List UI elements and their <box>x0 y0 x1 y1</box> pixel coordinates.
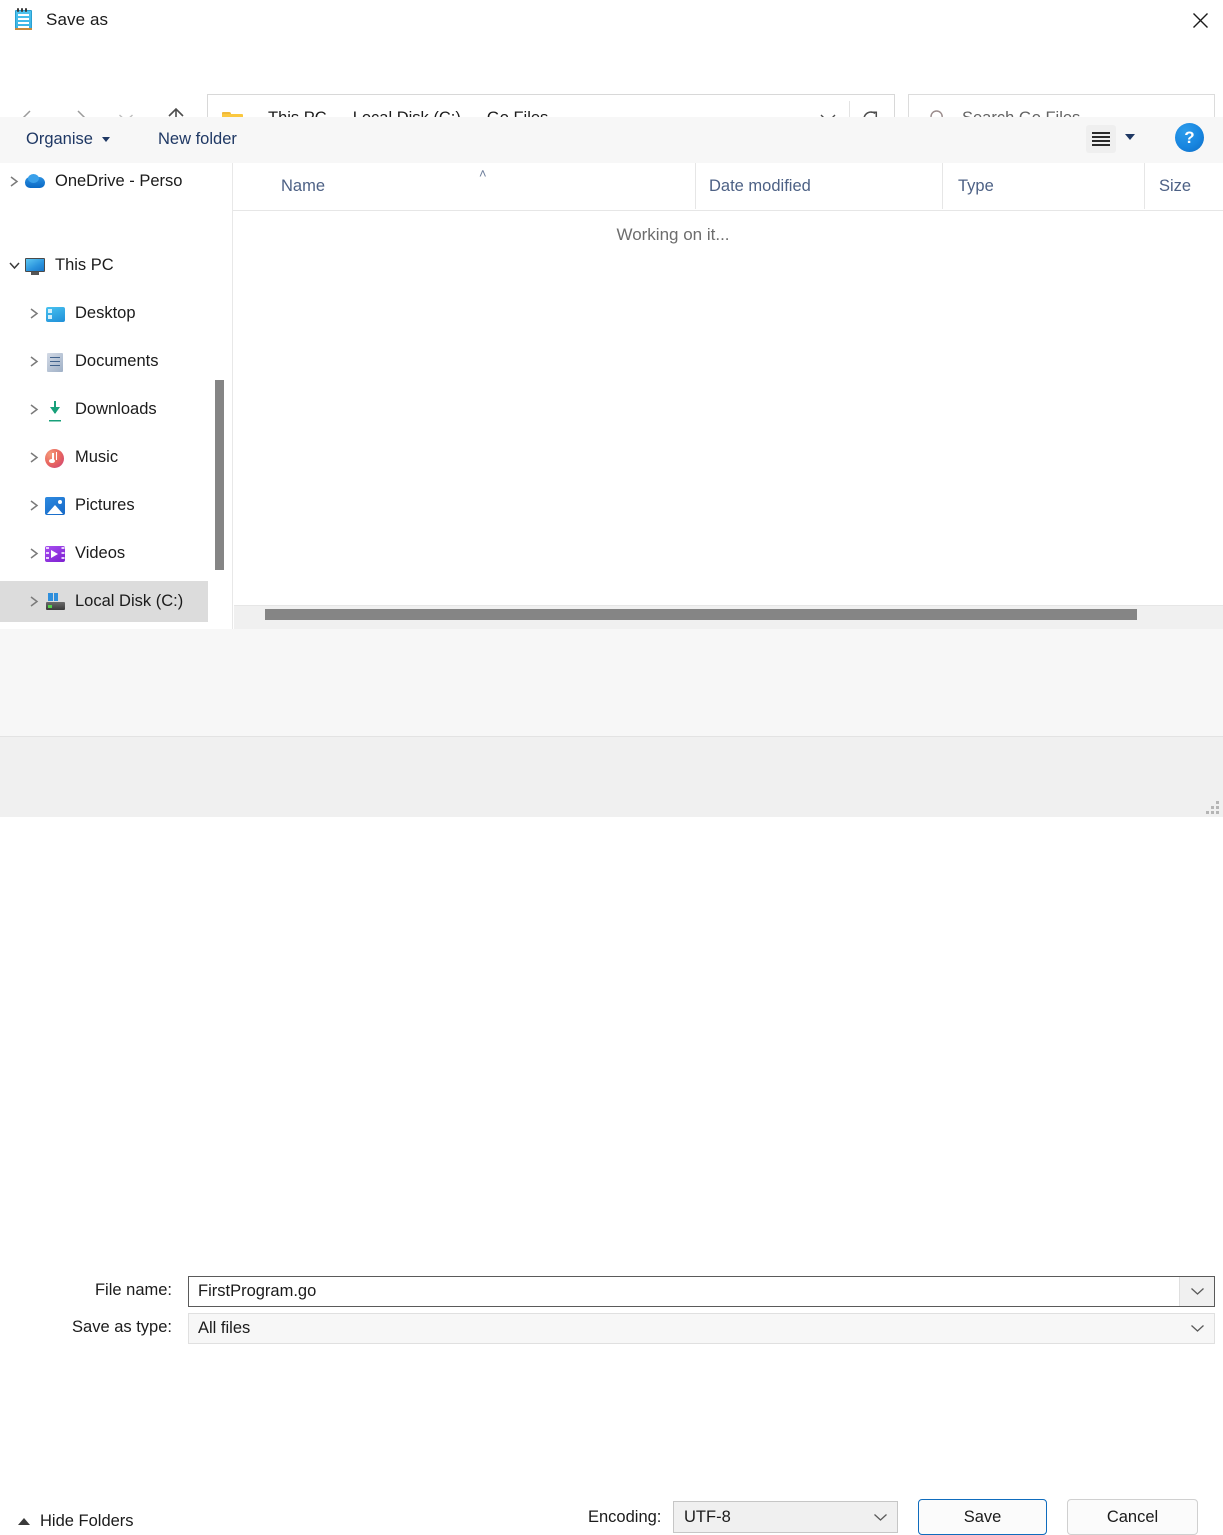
list-view-icon <box>1092 129 1110 148</box>
view-dropdown-button[interactable] <box>1125 134 1135 140</box>
notepad-icon <box>14 8 34 31</box>
pictures-icon <box>44 495 66 517</box>
expand-chevron-right-icon[interactable] <box>24 533 44 574</box>
cancel-button[interactable]: Cancel <box>1067 1499 1198 1535</box>
chevron-down-icon <box>101 137 110 142</box>
column-header-row: Name ˄ Date modified Type Size <box>233 163 1223 211</box>
command-bar: Organise New folder <box>0 117 1223 164</box>
sidebar-item-pictures[interactable]: Pictures <box>0 485 208 526</box>
hide-folders-button[interactable]: Hide Folders <box>18 1507 134 1535</box>
dialog-footer: Hide Folders Encoding: UTF-8 Save Cancel <box>0 736 1223 1535</box>
save-form: File name: FirstProgram.go Save as type:… <box>0 629 1223 1344</box>
sidebar-item-this-pc[interactable]: This PC <box>0 245 208 286</box>
sidebar-item-label: Desktop <box>75 304 136 322</box>
save-as-type-label: Save as type: <box>72 1318 172 1336</box>
save-as-type-select[interactable]: All files <box>188 1313 1215 1344</box>
organise-label: Organise <box>26 130 93 148</box>
expand-chevron-right-icon[interactable] <box>24 485 44 526</box>
sidebar-item-videos[interactable]: Videos <box>0 533 208 574</box>
sidebar-item-label: OneDrive - Perso <box>55 172 183 190</box>
expand-chevron-right-icon[interactable] <box>24 341 44 382</box>
sidebar-item-documents[interactable]: Documents <box>0 341 208 382</box>
file-list-status-message: Working on it... <box>233 225 1223 245</box>
sidebar-item-music[interactable]: Music <box>0 437 208 478</box>
save-button[interactable]: Save <box>918 1499 1047 1535</box>
onedrive-icon <box>24 171 46 193</box>
sidebar-item-label: Local Disk (C:) <box>75 592 184 610</box>
chevron-down-icon <box>873 1513 887 1521</box>
this-pc-icon <box>24 255 46 277</box>
chevron-up-icon <box>18 1517 30 1525</box>
hide-folders-label: Hide Folders <box>40 1511 134 1530</box>
column-label: Name <box>281 176 326 195</box>
chevron-down-icon <box>1190 1288 1204 1295</box>
desktop-icon <box>44 303 66 325</box>
file-name-label: File name: <box>94 1281 172 1299</box>
sidebar-item-label: Documents <box>75 352 159 370</box>
navigation-bar: › This PC › Local Disk (C:) › Go Files S… <box>0 40 1223 143</box>
sidebar-scrollbar-thumb[interactable] <box>215 380 224 570</box>
navigation-pane: OneDrive - Perso This PC Desktop Documen… <box>0 163 232 629</box>
expand-chevron-right-icon[interactable] <box>24 389 44 430</box>
chevron-down-icon <box>1190 1325 1204 1332</box>
sort-ascending-icon: ˄ <box>479 166 487 181</box>
save-as-type-value: All files <box>198 1319 251 1337</box>
save-as-type-dropdown-button[interactable] <box>1180 1314 1214 1343</box>
title-bar: Save as <box>0 0 1223 40</box>
window-title: Save as <box>46 10 109 29</box>
help-button[interactable]: ? <box>1175 123 1204 152</box>
status-text: Working on it... <box>616 225 730 244</box>
close-icon <box>1192 12 1208 28</box>
close-button[interactable] <box>1177 0 1223 40</box>
resize-grip[interactable] <box>1206 801 1220 815</box>
collapse-chevron-down-icon[interactable] <box>4 245 24 286</box>
sidebar-item-label: Downloads <box>75 400 157 418</box>
sidebar-item-label: Pictures <box>75 496 135 514</box>
help-label: ? <box>1184 128 1195 147</box>
column-header-date-modified[interactable]: Date modified <box>695 163 942 209</box>
encoding-value: UTF-8 <box>684 1507 731 1526</box>
sidebar-item-label: Videos <box>75 544 126 562</box>
expand-chevron-right-icon[interactable] <box>24 437 44 478</box>
column-label: Size <box>1159 176 1192 195</box>
music-icon <box>44 447 66 469</box>
new-folder-button[interactable]: New folder <box>158 117 237 162</box>
column-header-type[interactable]: Type <box>942 163 1144 209</box>
sidebar-item-local-disk[interactable]: Local Disk (C:) <box>0 581 208 622</box>
file-list-pane: Name ˄ Date modified Type Size Working o… <box>233 163 1223 629</box>
column-label: Date modified <box>709 176 811 195</box>
sidebar-item-label: Music <box>75 448 119 466</box>
organise-button[interactable]: Organise <box>26 117 110 162</box>
sidebar-item-label: This PC <box>55 256 114 274</box>
videos-icon <box>44 543 66 565</box>
file-name-value: FirstProgram.go <box>198 1282 317 1300</box>
sidebar-item-desktop[interactable]: Desktop <box>0 293 208 334</box>
column-header-size[interactable]: Size <box>1144 163 1223 209</box>
expand-chevron-right-icon[interactable] <box>4 163 24 202</box>
column-header-name[interactable]: Name ˄ <box>233 163 695 209</box>
encoding-select[interactable]: UTF-8 <box>673 1501 898 1533</box>
sidebar-item-onedrive[interactable]: OneDrive - Perso <box>0 163 208 202</box>
expand-chevron-right-icon[interactable] <box>24 581 44 622</box>
view-options-button[interactable] <box>1086 125 1116 153</box>
new-folder-label: New folder <box>158 130 237 148</box>
downloads-icon <box>44 399 66 421</box>
expand-chevron-right-icon[interactable] <box>24 293 44 334</box>
local-disk-icon <box>44 591 66 613</box>
file-name-dropdown-button[interactable] <box>1179 1277 1214 1306</box>
encoding-dropdown-button[interactable] <box>863 1502 897 1532</box>
file-list-hscrollbar-thumb[interactable] <box>265 609 1137 620</box>
encoding-label: Encoding: <box>588 1508 662 1526</box>
file-name-input[interactable]: FirstProgram.go <box>188 1276 1215 1307</box>
column-label: Type <box>958 176 994 195</box>
documents-icon <box>44 351 66 373</box>
sidebar-item-downloads[interactable]: Downloads <box>0 389 208 430</box>
